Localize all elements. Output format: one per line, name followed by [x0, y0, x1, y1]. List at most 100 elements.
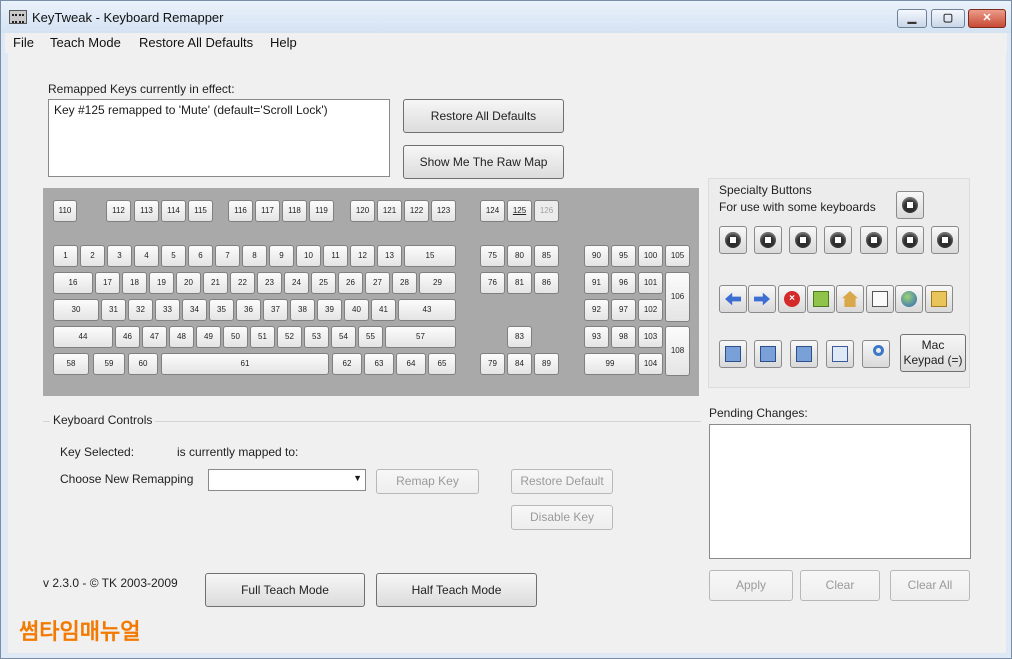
key-124[interactable]: 124 [480, 200, 505, 222]
key-105[interactable]: 105 [665, 245, 690, 267]
key-9[interactable]: 9 [269, 245, 294, 267]
key-37[interactable]: 37 [263, 299, 288, 321]
key-10[interactable]: 10 [296, 245, 321, 267]
apply-button[interactable]: Apply [709, 570, 793, 601]
key-54[interactable]: 54 [331, 326, 356, 348]
key-110[interactable]: 110 [53, 200, 77, 222]
key-106[interactable]: 106 [665, 272, 690, 322]
key-125[interactable]: 125 [507, 200, 532, 222]
key-58[interactable]: 58 [53, 353, 89, 375]
key-80[interactable]: 80 [507, 245, 532, 267]
key-21[interactable]: 21 [203, 272, 228, 294]
browser-back-button[interactable] [719, 285, 747, 313]
key-2[interactable]: 2 [80, 245, 105, 267]
key-98[interactable]: 98 [611, 326, 636, 348]
key-4[interactable]: 4 [134, 245, 159, 267]
key-83[interactable]: 83 [507, 326, 532, 348]
key-59[interactable]: 59 [93, 353, 125, 375]
key-79[interactable]: 79 [480, 353, 505, 375]
menu-file[interactable]: File [13, 35, 34, 50]
key-116[interactable]: 116 [228, 200, 253, 222]
play-button[interactable] [719, 226, 747, 254]
key-19[interactable]: 19 [149, 272, 174, 294]
rewind-button[interactable] [789, 226, 817, 254]
key-3[interactable]: 3 [107, 245, 132, 267]
browser-home-button[interactable] [836, 285, 864, 313]
key-90[interactable]: 90 [584, 245, 609, 267]
my-computer-button[interactable] [790, 340, 818, 368]
key-121[interactable]: 121 [377, 200, 402, 222]
clear-all-button[interactable]: Clear All [890, 570, 970, 601]
key-76[interactable]: 76 [480, 272, 505, 294]
key-8[interactable]: 8 [242, 245, 267, 267]
key-93[interactable]: 93 [584, 326, 609, 348]
key-89[interactable]: 89 [534, 353, 559, 375]
key-43[interactable]: 43 [398, 299, 456, 321]
key-97[interactable]: 97 [611, 299, 636, 321]
key-75[interactable]: 75 [480, 245, 505, 267]
mail-button[interactable] [866, 285, 894, 313]
key-23[interactable]: 23 [257, 272, 282, 294]
key-31[interactable]: 31 [101, 299, 126, 321]
menu-help[interactable]: Help [270, 35, 297, 50]
key-50[interactable]: 50 [223, 326, 248, 348]
remapped-keys-list[interactable]: Key #125 remapped to 'Mute' (default='Sc… [48, 99, 390, 177]
key-60[interactable]: 60 [128, 353, 158, 375]
key-30[interactable]: 30 [53, 299, 99, 321]
eject-button[interactable] [896, 191, 924, 219]
key-6[interactable]: 6 [188, 245, 213, 267]
disable-key-button[interactable]: Disable Key [511, 505, 613, 530]
key-117[interactable]: 117 [255, 200, 280, 222]
key-33[interactable]: 33 [155, 299, 180, 321]
show-raw-map-button[interactable]: Show Me The Raw Map [403, 145, 564, 179]
restore-default-button[interactable]: Restore Default [511, 469, 613, 494]
key-24[interactable]: 24 [284, 272, 309, 294]
key-41[interactable]: 41 [371, 299, 396, 321]
key-7[interactable]: 7 [215, 245, 240, 267]
key-1[interactable]: 1 [53, 245, 78, 267]
remapping-dropdown[interactable]: ▼ [208, 469, 366, 491]
browser-forward-button[interactable] [748, 285, 776, 313]
key-112[interactable]: 112 [106, 200, 131, 222]
key-26[interactable]: 26 [338, 272, 363, 294]
browser-refresh-button[interactable] [807, 285, 835, 313]
key-38[interactable]: 38 [290, 299, 315, 321]
key-20[interactable]: 20 [176, 272, 201, 294]
key-62[interactable]: 62 [332, 353, 362, 375]
search-button[interactable] [862, 340, 890, 368]
close-button[interactable]: ✕ [968, 9, 1006, 28]
key-17[interactable]: 17 [95, 272, 120, 294]
key-101[interactable]: 101 [638, 272, 663, 294]
media-button[interactable] [719, 340, 747, 368]
maximize-button[interactable]: ▢ [931, 9, 965, 28]
key-29[interactable]: 29 [419, 272, 456, 294]
key-122[interactable]: 122 [404, 200, 429, 222]
key-16[interactable]: 16 [53, 272, 93, 294]
key-18[interactable]: 18 [122, 272, 147, 294]
key-92[interactable]: 92 [584, 299, 609, 321]
key-81[interactable]: 81 [507, 272, 532, 294]
key-103[interactable]: 103 [638, 326, 663, 348]
key-100[interactable]: 100 [638, 245, 663, 267]
key-123[interactable]: 123 [431, 200, 456, 222]
mute-button[interactable] [931, 226, 959, 254]
full-teach-mode-button[interactable]: Full Teach Mode [205, 573, 365, 607]
media-select-button[interactable] [754, 340, 782, 368]
key-15[interactable]: 15 [404, 245, 456, 267]
key-53[interactable]: 53 [304, 326, 329, 348]
key-119[interactable]: 119 [309, 200, 334, 222]
key-113[interactable]: 113 [134, 200, 159, 222]
key-34[interactable]: 34 [182, 299, 207, 321]
key-48[interactable]: 48 [169, 326, 194, 348]
key-115[interactable]: 115 [188, 200, 213, 222]
favorites-button[interactable] [925, 285, 953, 313]
key-55[interactable]: 55 [358, 326, 383, 348]
key-118[interactable]: 118 [282, 200, 307, 222]
key-27[interactable]: 27 [365, 272, 390, 294]
key-36[interactable]: 36 [236, 299, 261, 321]
key-91[interactable]: 91 [584, 272, 609, 294]
key-61[interactable]: 61 [161, 353, 329, 375]
minimize-button[interactable]: ▁ [897, 9, 927, 28]
volume-up-button[interactable] [860, 226, 888, 254]
half-teach-mode-button[interactable]: Half Teach Mode [376, 573, 537, 607]
